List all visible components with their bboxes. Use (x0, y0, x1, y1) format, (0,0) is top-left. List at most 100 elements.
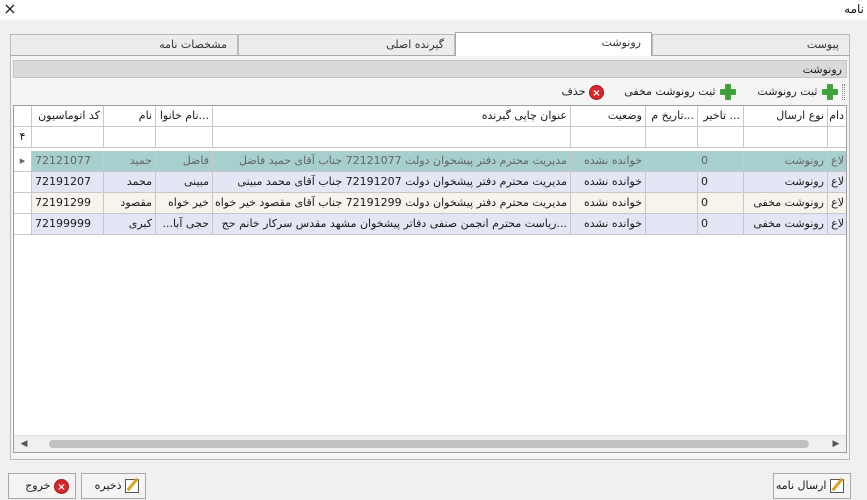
filter-cell[interactable] (698, 127, 744, 148)
exit-label: خروج (25, 479, 51, 492)
column-header-print-title[interactable]: عنوان چاپی گیرنده (213, 106, 571, 127)
copy-grid: کد اتوماسیون نام ...نام خانوا عنوان چاپی… (13, 105, 847, 453)
delete-icon: × (589, 84, 604, 100)
row-selector-header (14, 106, 32, 127)
column-header-last-name[interactable]: ...نام خانوا (156, 106, 213, 127)
title-bar: نامه × (0, 0, 867, 20)
column-header-delay[interactable]: ... تاخیر (698, 106, 744, 127)
cell-first-name[interactable]: کبری (104, 214, 156, 235)
copy-toolbar: ثبت رونوشت ثبت رونوشت مخفی × حذف (13, 80, 847, 104)
cell-print-title[interactable]: مدیریت محترم دفتر پیشخوان دولت 72191207 … (213, 172, 571, 193)
cell-first-name[interactable]: مقصود (104, 193, 156, 214)
tab-copy[interactable]: رونوشت (455, 32, 652, 56)
row-selector[interactable] (14, 172, 32, 193)
save-label: ذخیره (94, 479, 122, 492)
tab-label: گیرنده اصلی (386, 38, 444, 51)
add-copy-label: ثبت رونوشت (757, 85, 818, 98)
column-header-date[interactable]: ...تاریخ م (646, 106, 698, 127)
delete-label: حذف (561, 85, 586, 98)
cell-print-title[interactable]: مدیریت محترم دفتر پیشخوان دولت 72121077 … (213, 151, 571, 172)
cell-code[interactable]: 72121077 (32, 151, 104, 172)
horizontal-scrollbar[interactable]: ◀ ▶ (14, 435, 846, 452)
cell-last-name[interactable]: حجی آبا... (156, 214, 213, 235)
cell-last[interactable]: لاع (828, 151, 846, 172)
tab-label: مشخصات نامه (159, 38, 227, 51)
filter-cell[interactable] (104, 127, 156, 148)
column-header-code[interactable]: کد اتوماسیون (32, 106, 104, 127)
filter-cell[interactable] (571, 127, 646, 148)
cell-delay[interactable]: 0 (698, 172, 744, 193)
cell-status[interactable]: خوانده نشده (571, 193, 646, 214)
scroll-right-icon[interactable]: ▶ (828, 437, 844, 452)
toolbar-grip-icon[interactable] (842, 84, 845, 100)
cell-date[interactable] (646, 172, 698, 193)
column-header-first-name[interactable]: نام (104, 106, 156, 127)
cell-date[interactable] (646, 151, 698, 172)
plus-icon (719, 83, 737, 101)
cell-send-type[interactable]: رونوشت مخفی (744, 214, 828, 235)
cell-status[interactable]: خوانده نشده (571, 151, 646, 172)
row-selector[interactable] (14, 214, 32, 235)
filter-cell[interactable] (213, 127, 571, 148)
cell-first-name[interactable]: محمد (104, 172, 156, 193)
cell-last-name[interactable]: خیر خواه (156, 193, 213, 214)
send-letter-label: ارسال نامه (775, 479, 827, 492)
close-icon[interactable]: × (0, 0, 20, 20)
cell-code[interactable]: 72191299 (32, 193, 104, 214)
cell-send-type[interactable]: رونوشت مخفی (744, 193, 828, 214)
cell-date[interactable] (646, 193, 698, 214)
cell-last-name[interactable]: مبینی (156, 172, 213, 193)
add-hidden-copy-label: ثبت رونوشت مخفی (624, 85, 716, 98)
cell-print-title[interactable]: مدیریت محترم دفتر پیشخوان دولت 72191299 … (213, 193, 571, 214)
filter-cell[interactable] (744, 127, 828, 148)
row-pointer-icon: ▸ (14, 151, 32, 172)
add-copy-button[interactable]: ثبت رونوشت (757, 83, 839, 101)
cell-send-type[interactable]: رونوشت (744, 172, 828, 193)
cell-last[interactable]: لاع (828, 172, 846, 193)
window-title: نامه (844, 2, 864, 16)
column-header-send-type[interactable]: نوع ارسال (744, 106, 828, 127)
scroll-thumb[interactable] (49, 440, 809, 448)
row-selector[interactable] (14, 193, 32, 214)
save-button[interactable]: ذخیره (81, 473, 146, 499)
cell-last-name[interactable]: فاضل (156, 151, 213, 172)
cell-delay[interactable]: 0 (698, 214, 744, 235)
filter-marker: ۴ (14, 127, 32, 148)
cell-code[interactable]: 72191207 (32, 172, 104, 193)
cell-code[interactable]: 72199999 (32, 214, 104, 235)
cell-status[interactable]: خوانده نشده (571, 172, 646, 193)
filter-cell[interactable] (828, 127, 846, 148)
grid-filter-row: ۴ (14, 127, 846, 148)
table-row[interactable]: 72191299 مقصود خیر خواه مدیریت محترم دفت… (14, 193, 846, 214)
filter-cell[interactable] (646, 127, 698, 148)
cell-delay[interactable]: 0 (698, 151, 744, 172)
edit-icon (125, 479, 139, 493)
cell-first-name[interactable]: حمید (104, 151, 156, 172)
table-row[interactable]: ▸ 72121077 حمید فاضل مدیریت محترم دفتر پ… (14, 151, 846, 172)
cell-print-title[interactable]: ...ریاست محترم انجمن صنفی دفاتر پیشخوان … (213, 214, 571, 235)
scroll-left-icon[interactable]: ◀ (16, 437, 32, 452)
add-hidden-copy-button[interactable]: ثبت رونوشت مخفی (624, 83, 737, 101)
tab-letter-details[interactable]: مشخصات نامه (10, 34, 238, 55)
cell-date[interactable] (646, 214, 698, 235)
filter-cell[interactable] (156, 127, 213, 148)
cell-last[interactable]: لاع (828, 193, 846, 214)
tab-label: رونوشت (601, 36, 641, 49)
cell-send-type[interactable]: رونوشت (744, 151, 828, 172)
cell-delay[interactable]: 0 (698, 193, 744, 214)
column-header-status[interactable]: وضعیت (571, 106, 646, 127)
cell-last[interactable]: لاع (828, 214, 846, 235)
edit-icon (830, 479, 844, 493)
tab-main-recipient[interactable]: گیرنده اصلی (238, 34, 455, 55)
exit-button[interactable]: × خروج (8, 473, 76, 499)
send-letter-button[interactable]: ارسال نامه (773, 473, 851, 499)
column-header-last[interactable]: دام (828, 106, 846, 127)
cell-status[interactable]: خوانده نشده (571, 214, 646, 235)
delete-button[interactable]: × حذف (562, 83, 604, 101)
table-row[interactable]: 72191207 محمد مبینی مدیریت محترم دفتر پی… (14, 172, 846, 193)
table-row[interactable]: 72199999 کبری حجی آبا... ...ریاست محترم … (14, 214, 846, 235)
copy-panel: رونوشت ثبت رونوشت ثبت رونوشت مخفی × حذف … (10, 56, 850, 460)
tab-strip: مشخصات نامه گیرنده اصلی رونوشت پیوست (10, 32, 850, 56)
filter-cell[interactable] (32, 127, 104, 148)
tab-attachment[interactable]: پیوست (652, 34, 850, 55)
